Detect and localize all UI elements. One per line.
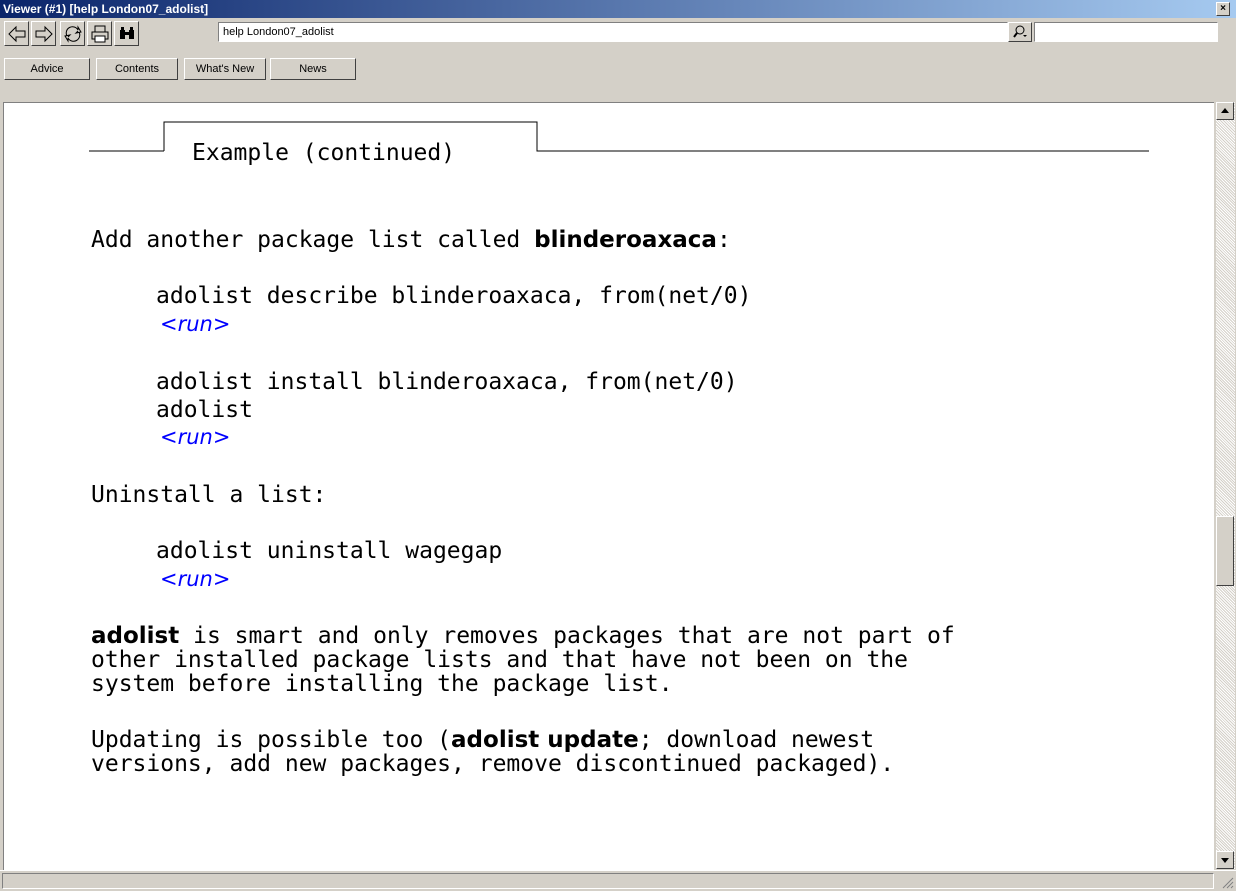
title-bar: Viewer (#1) [help London07_adolist] × [0, 0, 1236, 18]
command-install: adolist install blinderoaxaca, from(net/… [156, 369, 738, 395]
refresh-icon [64, 25, 82, 43]
scroll-down-button[interactable] [1216, 851, 1234, 869]
arrow-up-icon [1221, 108, 1229, 113]
search-input[interactable] [1034, 22, 1218, 42]
forward-arrow-icon [35, 25, 53, 43]
run-link[interactable]: <run> [160, 312, 230, 336]
command-adolist: adolist [156, 397, 253, 423]
binoculars-icon [120, 27, 134, 39]
url-input[interactable]: help London07_adolist [218, 22, 1008, 42]
search-icon [1013, 25, 1027, 38]
print-button[interactable] [87, 21, 112, 46]
paragraph-line: versions, add new packages, remove disco… [91, 751, 895, 777]
vertical-scrollbar[interactable] [1216, 102, 1235, 869]
adolist-update-bold: adolist update [451, 727, 639, 753]
package-name-bold: blinderoaxaca [534, 227, 717, 253]
back-arrow-icon [8, 25, 26, 43]
section-title: Example (continued) [192, 140, 456, 166]
refresh-button[interactable] [60, 21, 85, 46]
uninstall-heading: Uninstall a list: [91, 482, 327, 508]
scroll-up-button[interactable] [1216, 102, 1234, 120]
window-title: Viewer (#1) [help London07_adolist] [3, 2, 209, 16]
section-header-rule [89, 121, 1149, 152]
command-uninstall: adolist uninstall wagegap [156, 538, 503, 564]
add-list-text: Add another package list called blindero… [91, 227, 731, 253]
status-bar [0, 870, 1236, 891]
help-content: Example (continued) Add another package … [3, 102, 1214, 870]
add-list-suffix: : [716, 227, 731, 253]
run-link[interactable]: <run> [160, 425, 230, 449]
paragraph-text: Updating is possible too ( [91, 727, 452, 753]
scroll-thumb[interactable] [1216, 516, 1234, 586]
advice-button[interactable]: Advice [4, 58, 90, 80]
forward-button[interactable] [31, 21, 56, 46]
whats-new-button[interactable]: What's New [184, 58, 266, 80]
paragraph-line: system before installing the package lis… [91, 671, 673, 697]
print-icon [91, 25, 109, 43]
close-icon[interactable]: × [1216, 2, 1230, 16]
arrow-down-icon [1221, 858, 1229, 863]
adolist-bold: adolist [91, 623, 180, 649]
back-button[interactable] [4, 21, 29, 46]
paragraph-text: ; download newest [638, 727, 875, 753]
search-button[interactable] [1008, 22, 1032, 42]
news-button[interactable]: News [270, 58, 356, 80]
paragraph-line: other installed package lists and that h… [91, 647, 908, 673]
contents-button[interactable]: Contents [96, 58, 178, 80]
status-panel [2, 873, 1214, 889]
run-link[interactable]: <run> [160, 567, 230, 591]
command-describe: adolist describe blinderoaxaca, from(net… [156, 283, 752, 309]
paragraph-text: is smart and only removes packages that … [179, 623, 955, 649]
paragraph-line: Updating is possible too (adolist update… [91, 727, 874, 753]
add-list-prefix: Add another package list called [91, 227, 535, 253]
find-button[interactable] [114, 21, 139, 46]
resize-grip-icon[interactable] [1220, 875, 1234, 889]
paragraph-line: adolist is smart and only removes packag… [91, 623, 955, 649]
